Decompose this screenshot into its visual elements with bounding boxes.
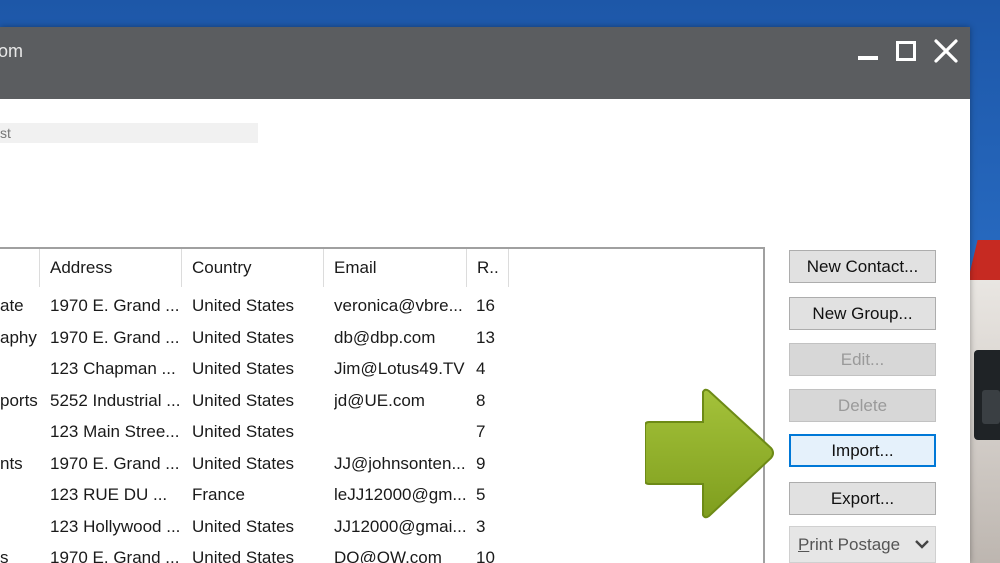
- cell-address: 123 Chapman ...: [50, 359, 176, 378]
- cell-r: 5: [476, 485, 486, 504]
- cell-email: DQ@QW.com: [334, 548, 442, 563]
- window-title: om: [0, 41, 24, 61]
- cell-name: [0, 416, 40, 447]
- desktop-background-image: [968, 280, 1000, 563]
- cell-address: 1970 E. Grand ...: [50, 296, 180, 315]
- cell-name: [0, 353, 40, 384]
- cell-address: 1970 E. Grand ...: [50, 327, 180, 347]
- delete-button[interactable]: Delete: [789, 389, 936, 422]
- cell-email: leJJ12000@gm...: [334, 485, 466, 504]
- pointer-arrow-icon: [645, 388, 774, 519]
- column-header-country[interactable]: Country: [182, 249, 324, 287]
- chevron-down-icon: [915, 540, 929, 549]
- cell-country: United States: [192, 453, 295, 473]
- cell-address: 1970 E. Grand ...: [50, 453, 180, 473]
- cell-name: aphy: [0, 327, 37, 347]
- new-group-button[interactable]: New Group...: [789, 297, 936, 330]
- print-postage-label: Print Postage: [798, 535, 901, 554]
- cell-email: Jim@Lotus49.TV: [334, 359, 465, 378]
- search-input[interactable]: st: [0, 123, 258, 143]
- cell-r: 10: [476, 548, 495, 563]
- edit-button[interactable]: Edit...: [789, 343, 936, 376]
- cell-email: JJ12000@gmai...: [334, 516, 466, 536]
- cell-r: 4: [476, 359, 486, 378]
- export-button[interactable]: Export...: [789, 482, 936, 515]
- address-book-window: om st Address Country Email R.. ate 1970 …: [0, 27, 970, 563]
- cell-country: United States: [192, 359, 295, 378]
- cell-name: [0, 479, 40, 510]
- cell-name: s: [0, 548, 9, 563]
- cell-r: 7: [476, 422, 486, 441]
- cell-country: United States: [192, 516, 295, 536]
- cell-r: 13: [476, 327, 495, 347]
- cell-country: United States: [192, 327, 295, 347]
- title-bar: om: [0, 27, 970, 99]
- column-header-address[interactable]: Address: [40, 249, 182, 287]
- cell-email: [334, 416, 466, 447]
- cell-name: nts: [0, 453, 23, 473]
- cell-country: United States: [192, 390, 295, 410]
- column-header-email[interactable]: Email: [324, 249, 467, 287]
- table-row[interactable]: ate 1970 E. Grand ... United States veronic…: [0, 290, 763, 321]
- column-header-r[interactable]: R..: [467, 249, 509, 287]
- cell-name: ate: [0, 296, 24, 315]
- cell-r: 3: [476, 516, 486, 536]
- cell-email: JJ@johnsonten...: [334, 453, 466, 473]
- cell-address: 5252 Industrial ...: [50, 390, 180, 410]
- cell-address: 123 Main Stree...: [50, 422, 180, 441]
- close-icon: [934, 39, 958, 63]
- table-row[interactable]: 123 Chapman ... United States Jim@Lotus49.…: [0, 353, 763, 384]
- minimize-icon: [858, 56, 878, 60]
- cell-address: 123 RUE DU ...: [50, 485, 168, 504]
- cell-address: 123 Hollywood ...: [50, 516, 180, 536]
- cell-country: United States: [192, 548, 295, 563]
- cell-r: 8: [476, 390, 486, 410]
- maximize-icon: [896, 41, 916, 61]
- list-header: Address Country Email R..: [0, 249, 763, 287]
- table-row[interactable]: s 1970 E. Grand ... United States DQ@QW.com…: [0, 542, 763, 563]
- cell-r: 16: [476, 296, 495, 315]
- new-contact-button[interactable]: New Contact...: [789, 250, 936, 283]
- import-button[interactable]: Import...: [789, 434, 936, 467]
- cell-country: France: [192, 485, 245, 504]
- cell-name: ports: [0, 390, 38, 410]
- cell-country: United States: [192, 422, 295, 441]
- close-button[interactable]: [930, 37, 962, 65]
- cell-country: United States: [192, 296, 295, 315]
- column-header-name[interactable]: [0, 249, 40, 287]
- cell-r: 9: [476, 453, 486, 473]
- cell-address: 1970 E. Grand ...: [50, 548, 180, 563]
- cell-email: jd@UE.com: [334, 390, 425, 410]
- cell-email: db@dbp.com: [334, 327, 436, 347]
- print-postage-button[interactable]: Print Postage: [789, 526, 936, 563]
- table-row[interactable]: aphy 1970 E. Grand ... United States db@dbp…: [0, 322, 763, 353]
- desktop-background-object: [968, 240, 1000, 280]
- minimize-button[interactable]: [852, 37, 884, 65]
- cell-name: [0, 511, 40, 542]
- maximize-button[interactable]: [890, 37, 922, 65]
- cell-email: veronica@vbre...: [334, 296, 463, 315]
